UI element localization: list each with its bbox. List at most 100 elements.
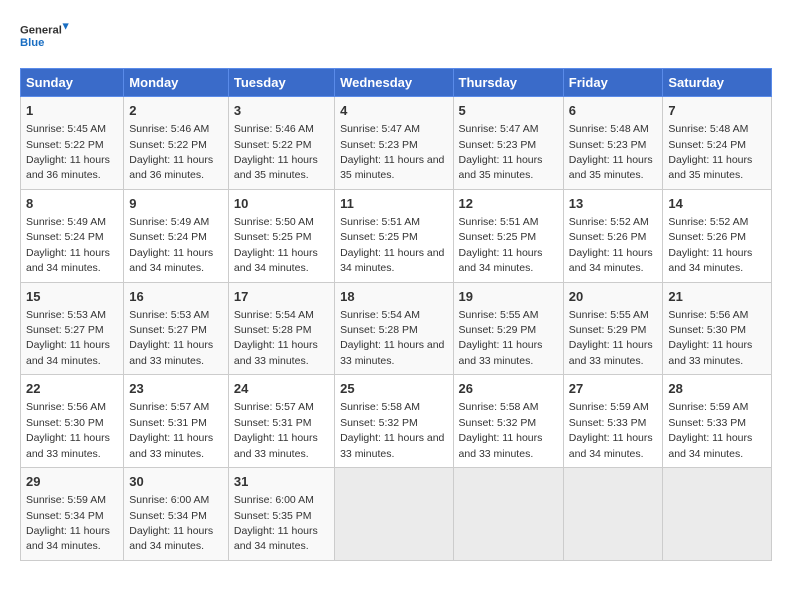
header-cell-saturday: Saturday xyxy=(663,69,772,97)
calendar-cell: 16 Sunrise: 5:53 AMSunset: 5:27 PMDaylig… xyxy=(124,282,229,375)
day-info: Sunrise: 5:57 AMSunset: 5:31 PMDaylight:… xyxy=(234,401,318,459)
day-number: 19 xyxy=(459,288,558,306)
day-info: Sunrise: 5:52 AMSunset: 5:26 PMDaylight:… xyxy=(569,216,653,274)
calendar-cell: 18 Sunrise: 5:54 AMSunset: 5:28 PMDaylig… xyxy=(335,282,453,375)
day-number: 9 xyxy=(129,195,223,213)
calendar-table: SundayMondayTuesdayWednesdayThursdayFrid… xyxy=(20,68,772,561)
calendar-cell: 3 Sunrise: 5:46 AMSunset: 5:22 PMDayligh… xyxy=(228,97,334,190)
day-number: 15 xyxy=(26,288,118,306)
day-info: Sunrise: 5:48 AMSunset: 5:23 PMDaylight:… xyxy=(569,123,653,181)
day-number: 29 xyxy=(26,473,118,491)
header-row: SundayMondayTuesdayWednesdayThursdayFrid… xyxy=(21,69,772,97)
day-info: Sunrise: 5:56 AMSunset: 5:30 PMDaylight:… xyxy=(668,309,752,367)
day-info: Sunrise: 5:59 AMSunset: 5:33 PMDaylight:… xyxy=(569,401,653,459)
day-info: Sunrise: 5:58 AMSunset: 5:32 PMDaylight:… xyxy=(459,401,543,459)
day-info: Sunrise: 6:00 AMSunset: 5:35 PMDaylight:… xyxy=(234,494,318,552)
calendar-cell: 28 Sunrise: 5:59 AMSunset: 5:33 PMDaylig… xyxy=(663,375,772,468)
week-row-3: 15 Sunrise: 5:53 AMSunset: 5:27 PMDaylig… xyxy=(21,282,772,375)
calendar-cell: 4 Sunrise: 5:47 AMSunset: 5:23 PMDayligh… xyxy=(335,97,453,190)
calendar-cell: 15 Sunrise: 5:53 AMSunset: 5:27 PMDaylig… xyxy=(21,282,124,375)
calendar-cell xyxy=(663,468,772,561)
calendar-cell: 20 Sunrise: 5:55 AMSunset: 5:29 PMDaylig… xyxy=(563,282,663,375)
day-info: Sunrise: 5:55 AMSunset: 5:29 PMDaylight:… xyxy=(459,309,543,367)
calendar-cell xyxy=(563,468,663,561)
day-number: 10 xyxy=(234,195,329,213)
day-info: Sunrise: 5:53 AMSunset: 5:27 PMDaylight:… xyxy=(129,309,213,367)
day-info: Sunrise: 5:47 AMSunset: 5:23 PMDaylight:… xyxy=(459,123,543,181)
day-number: 27 xyxy=(569,380,658,398)
calendar-cell: 13 Sunrise: 5:52 AMSunset: 5:26 PMDaylig… xyxy=(563,189,663,282)
logo: General Blue xyxy=(20,16,70,60)
calendar-cell: 14 Sunrise: 5:52 AMSunset: 5:26 PMDaylig… xyxy=(663,189,772,282)
week-row-4: 22 Sunrise: 5:56 AMSunset: 5:30 PMDaylig… xyxy=(21,375,772,468)
day-number: 1 xyxy=(26,102,118,120)
calendar-cell: 26 Sunrise: 5:58 AMSunset: 5:32 PMDaylig… xyxy=(453,375,563,468)
day-number: 2 xyxy=(129,102,223,120)
logo-svg: General Blue xyxy=(20,16,70,60)
day-info: Sunrise: 5:54 AMSunset: 5:28 PMDaylight:… xyxy=(234,309,318,367)
calendar-header: SundayMondayTuesdayWednesdayThursdayFrid… xyxy=(21,69,772,97)
calendar-cell: 10 Sunrise: 5:50 AMSunset: 5:25 PMDaylig… xyxy=(228,189,334,282)
calendar-cell xyxy=(453,468,563,561)
day-info: Sunrise: 5:48 AMSunset: 5:24 PMDaylight:… xyxy=(668,123,752,181)
calendar-cell: 31 Sunrise: 6:00 AMSunset: 5:35 PMDaylig… xyxy=(228,468,334,561)
day-info: Sunrise: 5:46 AMSunset: 5:22 PMDaylight:… xyxy=(234,123,318,181)
day-info: Sunrise: 5:51 AMSunset: 5:25 PMDaylight:… xyxy=(340,216,444,274)
calendar-cell: 27 Sunrise: 5:59 AMSunset: 5:33 PMDaylig… xyxy=(563,375,663,468)
day-number: 11 xyxy=(340,195,447,213)
day-number: 5 xyxy=(459,102,558,120)
calendar-cell: 19 Sunrise: 5:55 AMSunset: 5:29 PMDaylig… xyxy=(453,282,563,375)
day-info: Sunrise: 5:58 AMSunset: 5:32 PMDaylight:… xyxy=(340,401,444,459)
calendar-cell: 22 Sunrise: 5:56 AMSunset: 5:30 PMDaylig… xyxy=(21,375,124,468)
calendar-cell: 25 Sunrise: 5:58 AMSunset: 5:32 PMDaylig… xyxy=(335,375,453,468)
day-info: Sunrise: 5:50 AMSunset: 5:25 PMDaylight:… xyxy=(234,216,318,274)
week-row-5: 29 Sunrise: 5:59 AMSunset: 5:34 PMDaylig… xyxy=(21,468,772,561)
header-cell-sunday: Sunday xyxy=(21,69,124,97)
day-info: Sunrise: 5:51 AMSunset: 5:25 PMDaylight:… xyxy=(459,216,543,274)
calendar-cell: 17 Sunrise: 5:54 AMSunset: 5:28 PMDaylig… xyxy=(228,282,334,375)
day-number: 6 xyxy=(569,102,658,120)
calendar-cell: 12 Sunrise: 5:51 AMSunset: 5:25 PMDaylig… xyxy=(453,189,563,282)
week-row-1: 1 Sunrise: 5:45 AMSunset: 5:22 PMDayligh… xyxy=(21,97,772,190)
day-number: 28 xyxy=(668,380,766,398)
day-number: 22 xyxy=(26,380,118,398)
day-info: Sunrise: 5:52 AMSunset: 5:26 PMDaylight:… xyxy=(668,216,752,274)
calendar-cell: 2 Sunrise: 5:46 AMSunset: 5:22 PMDayligh… xyxy=(124,97,229,190)
calendar-cell: 21 Sunrise: 5:56 AMSunset: 5:30 PMDaylig… xyxy=(663,282,772,375)
day-number: 7 xyxy=(668,102,766,120)
day-number: 18 xyxy=(340,288,447,306)
calendar-cell: 8 Sunrise: 5:49 AMSunset: 5:24 PMDayligh… xyxy=(21,189,124,282)
day-info: Sunrise: 5:55 AMSunset: 5:29 PMDaylight:… xyxy=(569,309,653,367)
day-number: 3 xyxy=(234,102,329,120)
day-number: 30 xyxy=(129,473,223,491)
day-info: Sunrise: 5:56 AMSunset: 5:30 PMDaylight:… xyxy=(26,401,110,459)
svg-text:General: General xyxy=(20,24,62,36)
day-number: 25 xyxy=(340,380,447,398)
day-info: Sunrise: 5:46 AMSunset: 5:22 PMDaylight:… xyxy=(129,123,213,181)
day-number: 20 xyxy=(569,288,658,306)
day-number: 12 xyxy=(459,195,558,213)
day-number: 26 xyxy=(459,380,558,398)
day-number: 4 xyxy=(340,102,447,120)
week-row-2: 8 Sunrise: 5:49 AMSunset: 5:24 PMDayligh… xyxy=(21,189,772,282)
calendar-cell: 6 Sunrise: 5:48 AMSunset: 5:23 PMDayligh… xyxy=(563,97,663,190)
day-info: Sunrise: 5:53 AMSunset: 5:27 PMDaylight:… xyxy=(26,309,110,367)
day-number: 8 xyxy=(26,195,118,213)
calendar-cell: 29 Sunrise: 5:59 AMSunset: 5:34 PMDaylig… xyxy=(21,468,124,561)
day-info: Sunrise: 6:00 AMSunset: 5:34 PMDaylight:… xyxy=(129,494,213,552)
header-cell-friday: Friday xyxy=(563,69,663,97)
day-number: 21 xyxy=(668,288,766,306)
day-number: 24 xyxy=(234,380,329,398)
header-cell-tuesday: Tuesday xyxy=(228,69,334,97)
calendar-cell: 23 Sunrise: 5:57 AMSunset: 5:31 PMDaylig… xyxy=(124,375,229,468)
day-number: 14 xyxy=(668,195,766,213)
day-info: Sunrise: 5:49 AMSunset: 5:24 PMDaylight:… xyxy=(129,216,213,274)
header-cell-monday: Monday xyxy=(124,69,229,97)
day-info: Sunrise: 5:54 AMSunset: 5:28 PMDaylight:… xyxy=(340,309,444,367)
calendar-cell: 30 Sunrise: 6:00 AMSunset: 5:34 PMDaylig… xyxy=(124,468,229,561)
day-info: Sunrise: 5:59 AMSunset: 5:34 PMDaylight:… xyxy=(26,494,110,552)
calendar-cell: 7 Sunrise: 5:48 AMSunset: 5:24 PMDayligh… xyxy=(663,97,772,190)
header-cell-thursday: Thursday xyxy=(453,69,563,97)
day-info: Sunrise: 5:45 AMSunset: 5:22 PMDaylight:… xyxy=(26,123,110,181)
day-info: Sunrise: 5:49 AMSunset: 5:24 PMDaylight:… xyxy=(26,216,110,274)
